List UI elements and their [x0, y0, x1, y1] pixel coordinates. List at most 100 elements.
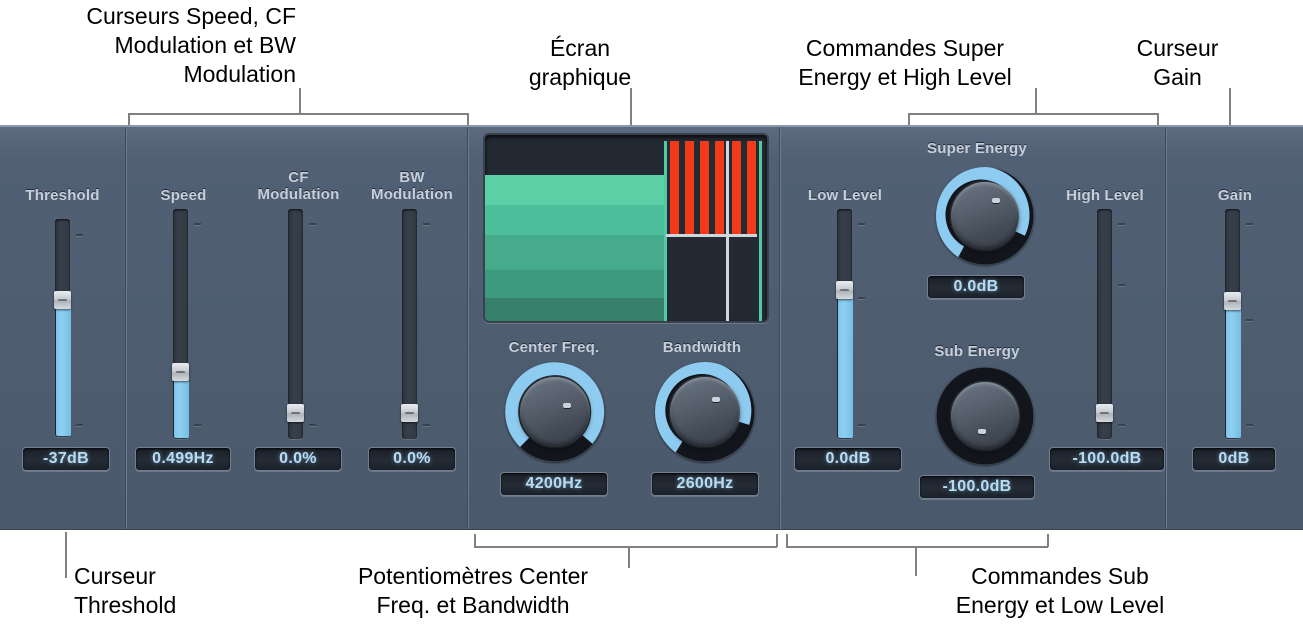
section-threshold: Threshold -37dB — [0, 127, 125, 529]
bandwidth-knob[interactable] — [655, 362, 755, 462]
slider-tick — [194, 223, 201, 225]
display-red-bar — [670, 141, 679, 235]
annotation-sub-energy-low-level: Commandes Sub Energy et Low Level — [955, 563, 1165, 618]
leader-bracket — [474, 546, 777, 548]
leader-line — [630, 88, 632, 125]
leader-bracket-end — [776, 534, 778, 547]
section-energy: Super Energy 0.0dB Sub Energy -100.0dB — [909, 127, 1045, 529]
bandwidth-value[interactable]: 2600Hz — [651, 472, 759, 496]
display-edge-line — [664, 141, 667, 321]
slider-thumb[interactable] — [287, 404, 304, 422]
threshold-slider[interactable] — [54, 219, 72, 437]
section-high-level: High Level -100.0dB — [1045, 127, 1165, 529]
super-energy-knob[interactable] — [936, 167, 1034, 265]
speed-label: Speed — [160, 187, 207, 204]
bw-modulation-value[interactable]: 0.0% — [368, 447, 456, 471]
sub-energy-label: Sub Energy — [934, 343, 1020, 360]
display-red-bar — [685, 141, 694, 235]
display-red-bar — [747, 141, 756, 235]
leader-bracket-end — [128, 113, 130, 125]
leader-line — [65, 532, 67, 578]
leader-bracket — [908, 113, 1158, 115]
slider-tick — [423, 223, 430, 225]
slider-tick — [309, 424, 316, 426]
leader-bracket — [128, 113, 468, 115]
leader-bracket-end — [786, 534, 788, 547]
leader-line — [299, 88, 301, 114]
bandwidth-label: Bandwidth — [662, 339, 742, 356]
section-bw-modulation: BW Modulation 0.0% — [357, 127, 467, 529]
display-edge-line — [759, 141, 762, 321]
slider-tick — [1118, 424, 1125, 426]
display-band — [485, 205, 665, 235]
slider-tick — [1118, 223, 1125, 225]
high-level-value[interactable]: -100.0dB — [1049, 447, 1165, 471]
center-freq-knob[interactable] — [505, 362, 605, 462]
annotation-sliders-speed-cf-bw: Curseurs Speed, CF Modulation et BW Modu… — [86, 3, 296, 87]
threshold-label: Threshold — [25, 187, 100, 204]
section-cf-modulation: CF Modulation 0.0% — [242, 127, 355, 529]
low-level-label: Low Level — [807, 187, 883, 204]
super-energy-value[interactable]: 0.0dB — [927, 275, 1025, 299]
display-threshold-line — [666, 234, 757, 237]
leader-bracket-end — [474, 534, 476, 547]
slider-fill — [56, 301, 71, 436]
annotation-super-energy-high-level: Commandes Super Energy et High Level — [798, 35, 1012, 90]
knob-indicator — [978, 429, 986, 434]
display-band — [485, 298, 665, 321]
graphic-display[interactable] — [483, 133, 769, 323]
knob-indicator — [992, 198, 1000, 203]
knob-cap[interactable] — [951, 182, 1019, 250]
slider-tick — [858, 223, 865, 225]
threshold-value[interactable]: -37dB — [22, 447, 110, 471]
slider-thumb[interactable] — [172, 363, 189, 381]
display-red-bar — [700, 141, 709, 235]
sub-energy-knob[interactable] — [936, 367, 1034, 465]
center-freq-value[interactable]: 4200Hz — [500, 472, 608, 496]
knob-cap[interactable] — [951, 382, 1019, 450]
slider-thumb[interactable] — [836, 281, 853, 299]
slider-fill — [838, 298, 853, 438]
slider-thumb[interactable] — [401, 404, 418, 422]
high-level-slider[interactable] — [1096, 209, 1114, 439]
plugin-panel: Threshold -37dB Speed 0.499Hz CF Modulat… — [0, 125, 1303, 530]
annotation-graphic-display: Écran graphique — [528, 35, 632, 90]
gain-value[interactable]: 0dB — [1192, 447, 1276, 471]
center-freq-label: Center Freq. — [508, 339, 600, 356]
sub-energy-value[interactable]: -100.0dB — [919, 475, 1035, 499]
section-gain: Gain 0dB — [1167, 127, 1303, 529]
slider-thumb[interactable] — [1096, 404, 1113, 422]
display-red-bar — [732, 141, 741, 235]
display-cursor-line — [726, 141, 729, 321]
slider-thumb[interactable] — [54, 291, 71, 309]
high-level-label: High Level — [1066, 187, 1144, 204]
knob-indicator — [563, 403, 571, 408]
display-band — [485, 270, 665, 298]
slider-tick — [1118, 284, 1125, 286]
slider-thumb[interactable] — [1224, 292, 1241, 310]
slider-tick — [1246, 424, 1253, 426]
gain-slider[interactable] — [1224, 209, 1242, 439]
gain-label: Gain — [1217, 187, 1253, 204]
super-energy-label: Super Energy — [927, 140, 1027, 157]
section-low-level: Low Level 0.0dB — [781, 127, 909, 529]
leader-bracket — [786, 546, 1048, 548]
slider-tick — [858, 297, 865, 299]
cf-modulation-value[interactable]: 0.0% — [254, 447, 342, 471]
section-speed: Speed 0.499Hz — [127, 127, 240, 529]
slider-tick — [1246, 319, 1253, 321]
annotation-threshold-slider: Curseur Threshold — [74, 563, 177, 618]
leader-line — [628, 546, 630, 568]
low-level-slider[interactable] — [836, 209, 854, 439]
leader-bracket-end — [467, 113, 469, 125]
cf-modulation-slider[interactable] — [287, 209, 305, 439]
bw-modulation-slider[interactable] — [401, 209, 419, 439]
slider-tick — [1246, 223, 1253, 225]
screenshot-root: Curseurs Speed, CF Modulation et BW Modu… — [0, 0, 1303, 633]
low-level-value[interactable]: 0.0dB — [794, 447, 902, 471]
speed-slider[interactable] — [172, 209, 190, 439]
knob-cap[interactable] — [520, 377, 590, 447]
slider-tick — [423, 424, 430, 426]
knob-cap[interactable] — [670, 377, 740, 447]
speed-value[interactable]: 0.499Hz — [135, 447, 231, 471]
